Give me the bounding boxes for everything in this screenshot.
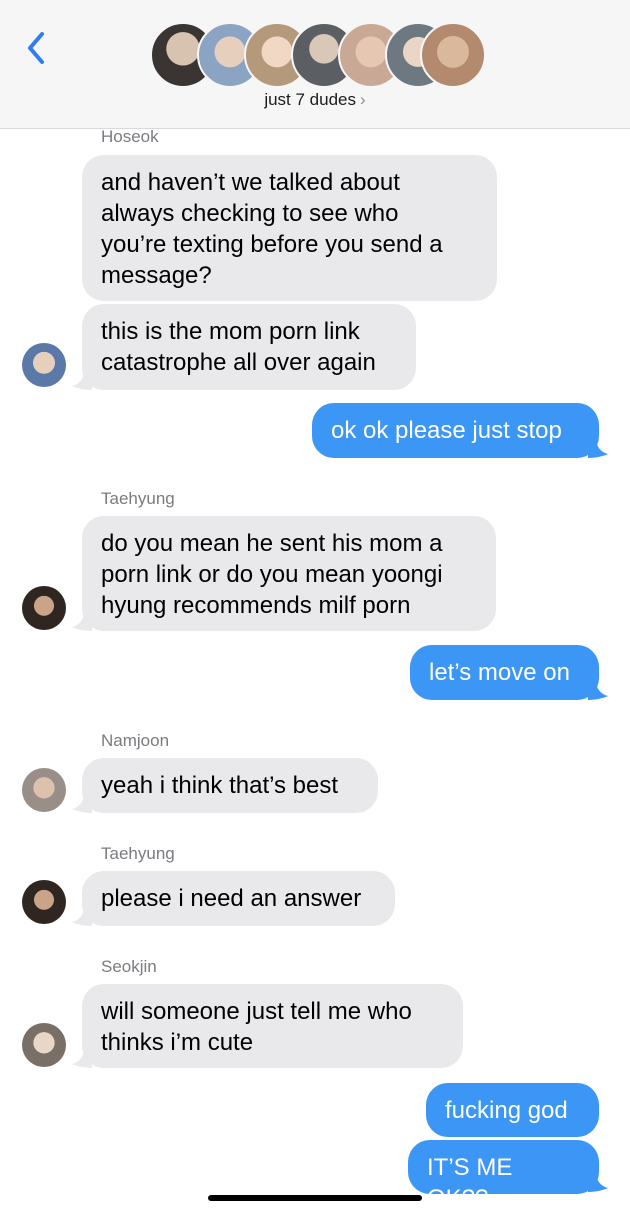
sender-avatar[interactable] xyxy=(22,880,66,924)
sender-name: Seokjin xyxy=(101,957,157,976)
bubble-tail xyxy=(72,1048,92,1068)
bubble-tail xyxy=(72,906,92,926)
message-line: hyung recommends milf porn xyxy=(101,592,411,619)
sender-name: Hoseok xyxy=(101,127,159,146)
bubble-tail xyxy=(588,680,608,700)
sender-name: Taehyung xyxy=(101,844,175,863)
sender-name: Taehyung xyxy=(101,489,175,508)
message-line: this is the mom porn link xyxy=(101,318,360,345)
group-avatars[interactable] xyxy=(150,22,486,88)
bubble-tail xyxy=(588,1172,608,1192)
message-line: yeah i think that’s best xyxy=(101,772,339,799)
conversation-header: just 7 dudes › xyxy=(0,0,630,129)
incoming-message[interactable]: yeah i think that’s best xyxy=(82,758,378,813)
message-line: ok ok please just stop xyxy=(331,417,562,444)
message-line: always checking to see who xyxy=(101,200,399,227)
chevron-right-icon: › xyxy=(360,90,366,109)
message-line: do you mean he sent his mom a xyxy=(101,530,443,557)
message-line: let’s move on xyxy=(429,659,570,686)
bubble-tail xyxy=(72,793,92,813)
group-name-label: just 7 dudes xyxy=(264,90,356,109)
message-line: porn link or do you mean yoongi xyxy=(101,561,443,588)
message-line: thinks i’m cute xyxy=(101,1029,254,1056)
outgoing-message[interactable]: IT’S ME OK?? xyxy=(408,1140,599,1212)
outgoing-message[interactable]: ok ok please just stop xyxy=(312,403,599,458)
sender-avatar[interactable] xyxy=(22,586,66,630)
chevron-left-icon xyxy=(28,32,44,64)
sender-avatar[interactable] xyxy=(22,1023,66,1067)
bubble-tail xyxy=(72,370,92,390)
back-button[interactable] xyxy=(20,28,54,68)
message-line: message? xyxy=(101,262,212,289)
member-avatar xyxy=(420,22,486,88)
message-line: will someone just tell me who xyxy=(101,998,412,1025)
incoming-message[interactable]: do you mean he sent his mom a porn link … xyxy=(82,516,496,631)
message-line: please i need an answer xyxy=(101,885,362,912)
outgoing-message[interactable]: fucking god xyxy=(426,1083,599,1137)
bubble-tail xyxy=(72,611,92,631)
message-line: and haven’t we talked about xyxy=(101,169,400,196)
incoming-message[interactable]: this is the mom porn link catastrophe al… xyxy=(82,304,416,390)
message-line: fucking god xyxy=(445,1097,568,1124)
sender-avatar[interactable] xyxy=(22,768,66,812)
group-name[interactable]: just 7 dudes › xyxy=(0,90,630,110)
message-line: catastrophe all over again xyxy=(101,349,376,376)
home-indicator xyxy=(208,1195,422,1201)
incoming-message[interactable]: and haven’t we talked about always check… xyxy=(82,155,497,301)
incoming-message[interactable]: will someone just tell me who thinks i’m… xyxy=(82,984,463,1068)
bubble-tail xyxy=(588,438,608,458)
sender-name: Namjoon xyxy=(101,731,170,750)
sender-avatar[interactable] xyxy=(22,343,66,387)
message-line: IT’S ME OK?? xyxy=(427,1154,513,1212)
outgoing-message[interactable]: let’s move on xyxy=(410,645,599,700)
message-line: you’re texting before you send a xyxy=(101,231,443,258)
incoming-message[interactable]: please i need an answer xyxy=(82,871,395,926)
